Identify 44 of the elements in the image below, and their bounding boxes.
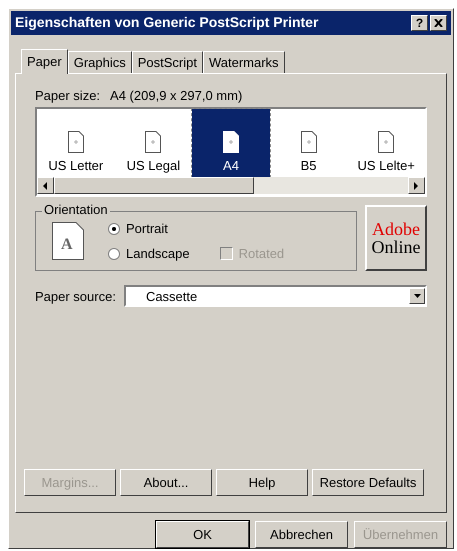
dialog-button[interactable]: Help bbox=[216, 469, 308, 496]
scroll-thumb[interactable] bbox=[54, 177, 254, 194]
adobe-online-button[interactable]: Adobe Online bbox=[365, 205, 427, 272]
scroll-left-icon bbox=[43, 182, 48, 190]
paper-item[interactable]: US Lelte+ bbox=[347, 109, 425, 178]
close-icon bbox=[434, 18, 443, 27]
paper-name: A4 bbox=[223, 156, 239, 175]
dialog-button[interactable]: Abbrechen bbox=[255, 521, 348, 548]
dialog-button[interactable]: Restore Defaults bbox=[312, 469, 424, 496]
paper-name: B5 bbox=[300, 156, 317, 175]
paper-item[interactable]: A4 bbox=[192, 109, 270, 178]
dropdown-arrow-icon bbox=[414, 294, 420, 298]
close-button[interactable] bbox=[430, 14, 447, 31]
help-button[interactable]: ? bbox=[411, 14, 428, 31]
radio-label: Portrait bbox=[126, 220, 168, 238]
paper-name: US Legal bbox=[126, 156, 180, 175]
scroll-right-icon bbox=[414, 182, 419, 190]
group-title: Orientation bbox=[42, 203, 110, 216]
radio-label: Landscape bbox=[126, 245, 190, 264]
page-icon bbox=[300, 130, 317, 153]
tab[interactable]: PostScript bbox=[132, 50, 203, 73]
paper-size-label: Paper size: bbox=[35, 86, 100, 105]
dialog-button[interactable]: OK bbox=[156, 521, 249, 548]
portrait-page-icon: A bbox=[52, 222, 84, 260]
radio-button[interactable] bbox=[108, 222, 120, 235]
paper-name: US Letter bbox=[48, 156, 104, 175]
paper-source-dropdown[interactable]: Cassette bbox=[124, 285, 427, 308]
paper-item[interactable]: US Legal bbox=[114, 109, 192, 178]
paper-source-label: Paper source: bbox=[35, 288, 116, 306]
dialog-button[interactable]: About... bbox=[120, 469, 212, 496]
checkbox-label: Rotated bbox=[238, 244, 284, 263]
paper-item[interactable]: US Letter bbox=[37, 109, 115, 178]
page-icon bbox=[378, 130, 394, 153]
page-icon bbox=[145, 130, 162, 153]
paper-item[interactable]: B5 bbox=[270, 109, 348, 178]
tab[interactable]: Paper bbox=[21, 48, 68, 74]
paper-name: US Lelte+ bbox=[357, 156, 415, 175]
page-icon bbox=[68, 130, 84, 153]
tab[interactable]: Watermarks bbox=[202, 50, 285, 73]
window-title: Eigenschaften von Generic PostScript Printer bbox=[15, 13, 320, 32]
radio-button[interactable] bbox=[108, 248, 120, 260]
paper-size-value: A4 (209,9 x 297,0 mm) bbox=[110, 86, 242, 105]
page-icon bbox=[222, 130, 239, 153]
tab[interactable]: Graphics bbox=[68, 50, 132, 73]
